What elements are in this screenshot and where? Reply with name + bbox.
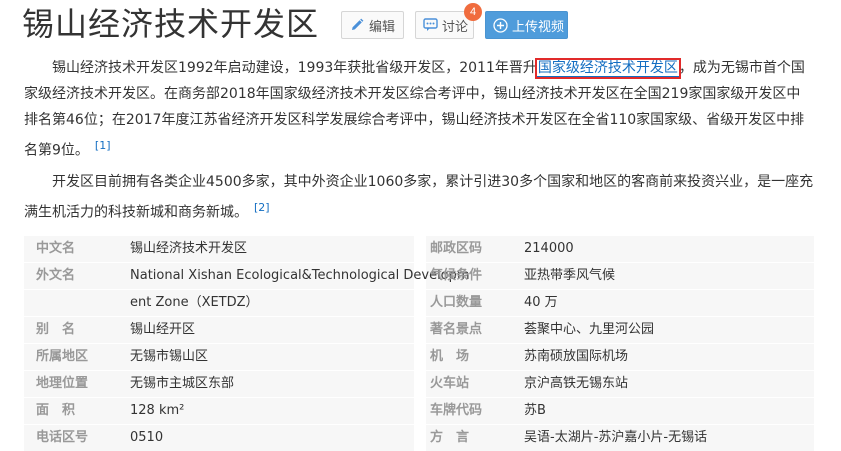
info-row: 所属地区 无锡市锡山区 机 场 苏南硕放国际机场 [24, 344, 814, 370]
info-value: 苏B [524, 403, 546, 418]
intro-text-before-link: 锡山经济技术开发区1992年启动建设，1993年获批省级开发区，2011年晋升 [52, 60, 537, 76]
info-row: 别 名 锡山经开区 著名景点 荟聚中心、九里河公园 [24, 317, 814, 343]
info-key: 著名景点 [430, 322, 483, 337]
info-row: 面 积 128 km² 车牌代码 苏B [24, 398, 814, 424]
info-value: 40 万 [524, 295, 558, 310]
info-row: 中文名 锡山经济技术开发区 邮政区码 214000 [24, 236, 814, 262]
info-cell-left [24, 398, 414, 424]
intro-paragraph-2: 开发区目前拥有各类企业4500多家，其中外资企业1060多家，累计引进30多个国… [24, 169, 814, 226]
national-ezone-link[interactable]: 国家级经济技术开发区 [534, 58, 681, 79]
info-value: 128 km² [130, 403, 185, 418]
info-key: 人口数量 [430, 295, 483, 310]
info-key: 火车站 [430, 376, 470, 391]
info-row: 外文名 National Xishan Ecological&Technolog… [24, 263, 814, 289]
info-value: 0510 [130, 430, 164, 445]
upload-video-button[interactable]: 上传视频 [485, 11, 568, 39]
info-value: 锡山经济技术开发区 [130, 241, 248, 256]
info-row: 电话区号 0510 方 言 吴语-太湖片-苏沪嘉小片-无锡话 [24, 425, 814, 451]
intro-text-2: 开发区目前拥有各类企业4500多家，其中外资企业1060多家，累计引进30多个国… [24, 174, 814, 221]
info-cell-right [426, 290, 814, 316]
discuss-count-badge: 4 [464, 3, 482, 21]
info-row: ent Zone（XETDZ） 人口数量 40 万 [24, 290, 814, 316]
reference-1-link[interactable]: [1] [95, 139, 111, 152]
page-title-row: 锡山经济技术开发区 [22, 4, 319, 44]
info-key: 方 言 [430, 430, 470, 445]
info-value: National Xishan Ecological&Technological… [130, 268, 470, 283]
info-key: 邮政区码 [430, 241, 483, 256]
info-value: 无锡市主城区东部 [130, 376, 235, 391]
info-key: 别 名 [36, 322, 76, 337]
info-value: 荟聚中心、九里河公园 [524, 322, 655, 337]
info-cell-right [426, 236, 814, 262]
info-value: 214000 [524, 241, 574, 256]
upload-video-label: 上传视频 [512, 19, 565, 35]
page-title: 锡山经济技术开发区 [22, 5, 320, 43]
info-key: 外文名 [36, 268, 76, 283]
info-cell-right [426, 263, 814, 289]
info-value: 苏南硕放国际机场 [524, 349, 629, 364]
info-cell-right [426, 398, 814, 424]
discuss-button-label: 讨论 [442, 19, 469, 35]
info-value: 京沪高铁无锡东站 [524, 376, 629, 391]
edit-button[interactable]: 编辑 [341, 11, 404, 39]
info-value: 吴语-太湖片-苏沪嘉小片-无锡话 [524, 430, 708, 445]
intro-paragraph-1: 锡山经济技术开发区1992年启动建设，1993年获批省级开发区，2011年晋升国… [24, 55, 814, 164]
reference-2-link[interactable]: [2] [254, 201, 270, 214]
info-value: 锡山经开区 [130, 322, 196, 337]
info-key: 地理位置 [36, 376, 89, 391]
plus-circle-icon [493, 17, 508, 33]
pencil-icon [349, 17, 365, 33]
info-key: 电话区号 [36, 430, 89, 445]
info-key: 气候条件 [430, 268, 483, 283]
info-row: 地理位置 无锡市主城区东部 火车站 京沪高铁无锡东站 [24, 371, 814, 397]
info-value: 亚热带季风气候 [524, 268, 616, 283]
info-cell-left [24, 317, 414, 343]
info-value: ent Zone（XETDZ） [130, 295, 259, 310]
info-value: 无锡市锡山区 [130, 349, 209, 364]
edit-button-label: 编辑 [368, 19, 395, 35]
chat-bubble-icon [423, 17, 438, 33]
info-key: 所属地区 [36, 349, 89, 364]
info-key: 中文名 [36, 241, 76, 256]
info-key: 机 场 [430, 349, 470, 364]
info-key: 面 积 [36, 403, 76, 418]
info-key: 车牌代码 [430, 403, 483, 418]
